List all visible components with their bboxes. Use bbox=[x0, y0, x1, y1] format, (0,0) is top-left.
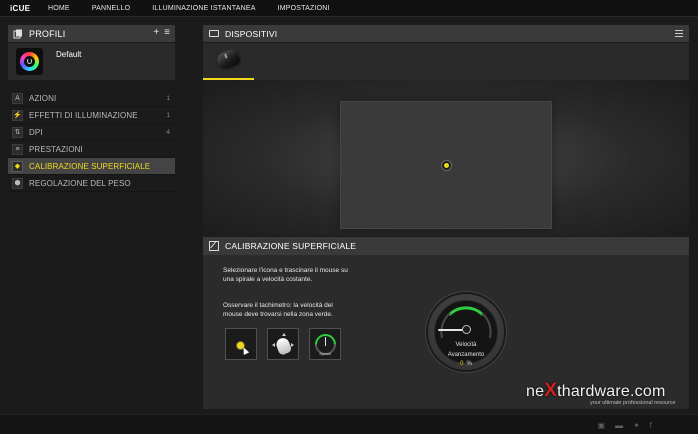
menu-item-regolazione-peso[interactable]: ⬢ REGOLAZIONE DEL PESO bbox=[8, 175, 175, 192]
site-watermark: neXthardware.com your ultimate professio… bbox=[526, 380, 676, 406]
instruction-drag: Selezionare l'icona e trascinare il mous… bbox=[223, 267, 348, 283]
calibration-start-dot-button[interactable] bbox=[225, 328, 257, 360]
speed-gauge: Velocità Avanzamento 0% bbox=[426, 292, 506, 372]
menu-item-label: CALIBRAZIONE SUPERFICIALE bbox=[29, 161, 151, 171]
menu-item-label: DPI bbox=[29, 127, 43, 137]
devices-header: DISPOSITIVI bbox=[203, 25, 689, 42]
progress-value: 0 bbox=[460, 361, 464, 367]
progress-unit: % bbox=[466, 361, 472, 367]
twitter-icon[interactable]: ✦ bbox=[633, 421, 640, 430]
edit-icon bbox=[209, 241, 219, 251]
keyboard-icon bbox=[209, 30, 219, 37]
menu-item-label: PRESTAZIONI bbox=[29, 144, 83, 154]
menu-item-label: REGOLAZIONE DEL PESO bbox=[29, 178, 131, 188]
menu-item-calibrazione-superficiale[interactable]: ◆ CALIBRAZIONE SUPERFICIALE bbox=[8, 158, 175, 175]
plus-icon[interactable]: + bbox=[153, 27, 159, 38]
profile-logo-icon bbox=[16, 48, 43, 75]
calibration-header: CALIBRAZIONE SUPERFICIALE bbox=[203, 237, 689, 255]
arrow-up-icon bbox=[282, 331, 286, 336]
nav-impostazioni[interactable]: IMPOSTAZIONI bbox=[278, 5, 330, 12]
menu-item-effetti-illuminazione[interactable]: ⚡ EFFETTI DI ILLUMINAZIONE 1 bbox=[8, 107, 175, 124]
mouse-icon bbox=[274, 336, 293, 356]
footer-bar: ▣ ▬ ✦ f bbox=[0, 414, 698, 434]
gauge-progress-readout: 0% bbox=[428, 361, 504, 367]
top-nav-bar: iCUE HOME PANNELLO ILLUMINAZIONE ISTANTA… bbox=[0, 0, 698, 17]
watermark-tagline: your ultimate professional resource bbox=[590, 400, 676, 406]
profiles-header: PROFILI + ≡ bbox=[8, 25, 175, 42]
device-tab-mouse[interactable] bbox=[203, 43, 254, 80]
hamburger-icon[interactable]: ≡ bbox=[164, 27, 170, 38]
surface-calibration-icon: ◆ bbox=[12, 160, 23, 172]
nav-pannello[interactable]: PANNELLO bbox=[92, 5, 130, 12]
device-tabs bbox=[203, 43, 689, 80]
menu-item-count: 1 bbox=[166, 94, 170, 102]
app-brand: iCUE bbox=[10, 3, 31, 13]
menu-item-count: 1 bbox=[166, 111, 170, 119]
instruction-speed: Osservare il tachimetro: la velocità del… bbox=[223, 302, 333, 318]
menu-item-prestazioni[interactable]: ≡ PRESTAZIONI bbox=[8, 141, 175, 158]
mouse-surface-pad bbox=[340, 101, 552, 229]
nav-home[interactable]: HOME bbox=[48, 5, 70, 12]
arrow-left-icon bbox=[270, 343, 275, 347]
watermark-logo-text: neXthardware.com bbox=[526, 380, 666, 401]
surface-target-dot[interactable] bbox=[441, 160, 452, 171]
performance-icon: ≡ bbox=[12, 143, 23, 155]
menu-item-label: EFFETTI DI ILLUMINAZIONE bbox=[29, 110, 138, 120]
speedometer-needle bbox=[325, 337, 326, 346]
calibration-title: CALIBRAZIONE SUPERFICIALE bbox=[225, 241, 357, 251]
list-menu-icon[interactable] bbox=[675, 30, 683, 37]
gauge-progress-label: Avanzamento bbox=[447, 352, 485, 358]
menu-item-count: 4 bbox=[166, 128, 170, 136]
weight-icon: ⬢ bbox=[12, 177, 23, 189]
actions-icon: A bbox=[12, 92, 23, 104]
menu-item-azioni[interactable]: A AZIONI 1 bbox=[8, 90, 175, 107]
gauge-needle bbox=[438, 329, 465, 331]
profiles-icon bbox=[13, 29, 23, 39]
menu-item-label: AZIONI bbox=[29, 93, 57, 103]
cursor-icon bbox=[240, 346, 250, 355]
menu-item-dpi[interactable]: ⇅ DPI 4 bbox=[8, 124, 175, 141]
speed-tile: Speed bbox=[309, 328, 341, 360]
mouse-device-icon bbox=[214, 47, 242, 71]
lightning-icon: ⚡ bbox=[12, 109, 23, 121]
arrow-right-icon bbox=[291, 343, 296, 347]
dpi-icon: ⇅ bbox=[12, 126, 23, 138]
gauge-hub bbox=[462, 325, 471, 334]
device-settings-menu: A AZIONI 1 ⚡ EFFETTI DI ILLUMINAZIONE 1 … bbox=[8, 90, 175, 192]
profiles-title: PROFILI bbox=[29, 28, 66, 39]
devices-title: DISPOSITIVI bbox=[225, 28, 278, 39]
profile-card-default[interactable]: Default bbox=[8, 43, 175, 80]
nav-illuminazione-istantanea[interactable]: ILLUMINAZIONE ISTANTANEA bbox=[152, 5, 255, 12]
mouse-move-tile bbox=[267, 328, 299, 360]
device-preview-area bbox=[203, 80, 689, 236]
forum-icon[interactable]: ▬ bbox=[615, 421, 623, 430]
social-icon[interactable]: ▣ bbox=[598, 421, 606, 430]
facebook-icon[interactable]: f bbox=[650, 421, 652, 430]
profile-name: Default bbox=[56, 50, 82, 59]
speed-tile-label: Speed bbox=[319, 351, 331, 356]
gauge-velocity-label: Velocità bbox=[455, 342, 477, 348]
